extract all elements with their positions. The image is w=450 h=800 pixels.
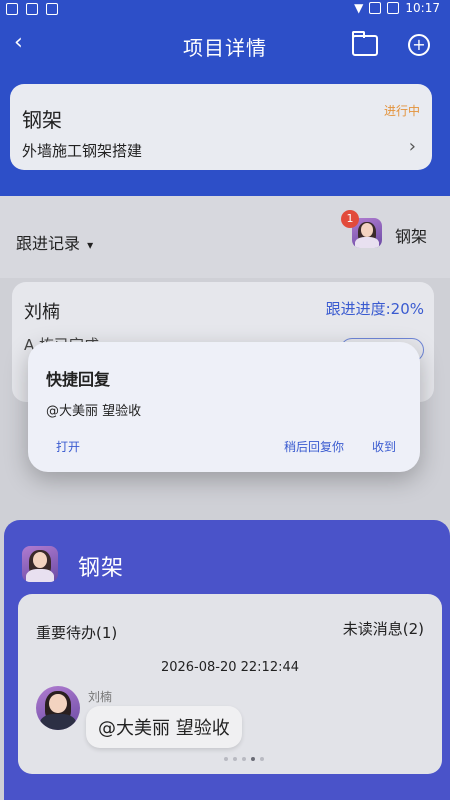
project-description: 外墙施工钢架搭建: [22, 142, 143, 160]
chat-panel: 重要待办(1) 未读消息(2) 2026-08-20 22:12:44 刘楠 @…: [18, 594, 442, 774]
chat-avatar: [22, 546, 58, 582]
page-indicator: [224, 757, 264, 761]
page-dot: [224, 757, 228, 761]
signal-icon: [369, 2, 382, 14]
quick-reply-popup: 快捷回复 @大美丽 望验收 打开 稍后回复你 收到: [28, 342, 420, 472]
app-header: ‹ 项目详情 +: [0, 22, 450, 70]
page-dot-active: [251, 757, 255, 761]
wifi-icon: ▼: [354, 1, 364, 15]
records-label: 跟进记录: [16, 234, 81, 253]
folder-icon[interactable]: [352, 31, 378, 56]
status-time: 10:17: [405, 1, 440, 15]
project-name: 钢架: [22, 108, 62, 132]
sender-avatar: [36, 686, 80, 730]
user-label: 钢架: [395, 227, 428, 246]
records-header: 跟进记录 ▾: [0, 196, 450, 278]
record-name: 刘楠: [24, 302, 60, 323]
sender-name: 刘楠: [88, 690, 113, 704]
popup-title: 快捷回复: [46, 370, 111, 389]
message-timestamp: 2026-08-20 22:12:44: [160, 660, 300, 675]
popup-message: @大美丽 望验收: [46, 404, 142, 419]
page-dot: [242, 757, 246, 761]
important-todo[interactable]: 重要待办(1): [36, 622, 117, 643]
reply-later-button[interactable]: 稍后回复你: [284, 438, 344, 455]
status-bar: ▼ 10:17: [0, 0, 450, 18]
page-title: 项目详情: [183, 36, 267, 60]
cloud-icon: [46, 3, 58, 15]
unread-messages[interactable]: 未读消息(2): [343, 618, 424, 639]
project-card[interactable]: 钢架 进行中 外墙施工钢架搭建 ›: [10, 84, 432, 170]
image-icon: [26, 3, 38, 15]
received-button[interactable]: 收到: [372, 438, 396, 455]
records-dropdown[interactable]: 跟进记录 ▾: [16, 230, 93, 254]
add-icon[interactable]: +: [408, 34, 430, 56]
notification-icon: [6, 3, 18, 15]
chevron-right-icon: ›: [408, 136, 416, 157]
battery-icon: [387, 2, 400, 14]
chevron-down-icon: ▾: [87, 238, 94, 252]
message-bubble[interactable]: @大美丽 望验收: [86, 706, 242, 748]
chat-title: 钢架: [78, 556, 125, 581]
open-button[interactable]: 打开: [56, 438, 80, 455]
chat-card: 钢架 重要待办(1) 未读消息(2) 2026-08-20 22:12:44 刘…: [4, 520, 450, 800]
page-dot: [260, 757, 264, 761]
page-dot: [233, 757, 237, 761]
project-status-badge: 进行中: [383, 104, 420, 118]
notification-badge: 1: [341, 210, 359, 228]
record-progress: 跟进进度:20%: [325, 300, 424, 318]
